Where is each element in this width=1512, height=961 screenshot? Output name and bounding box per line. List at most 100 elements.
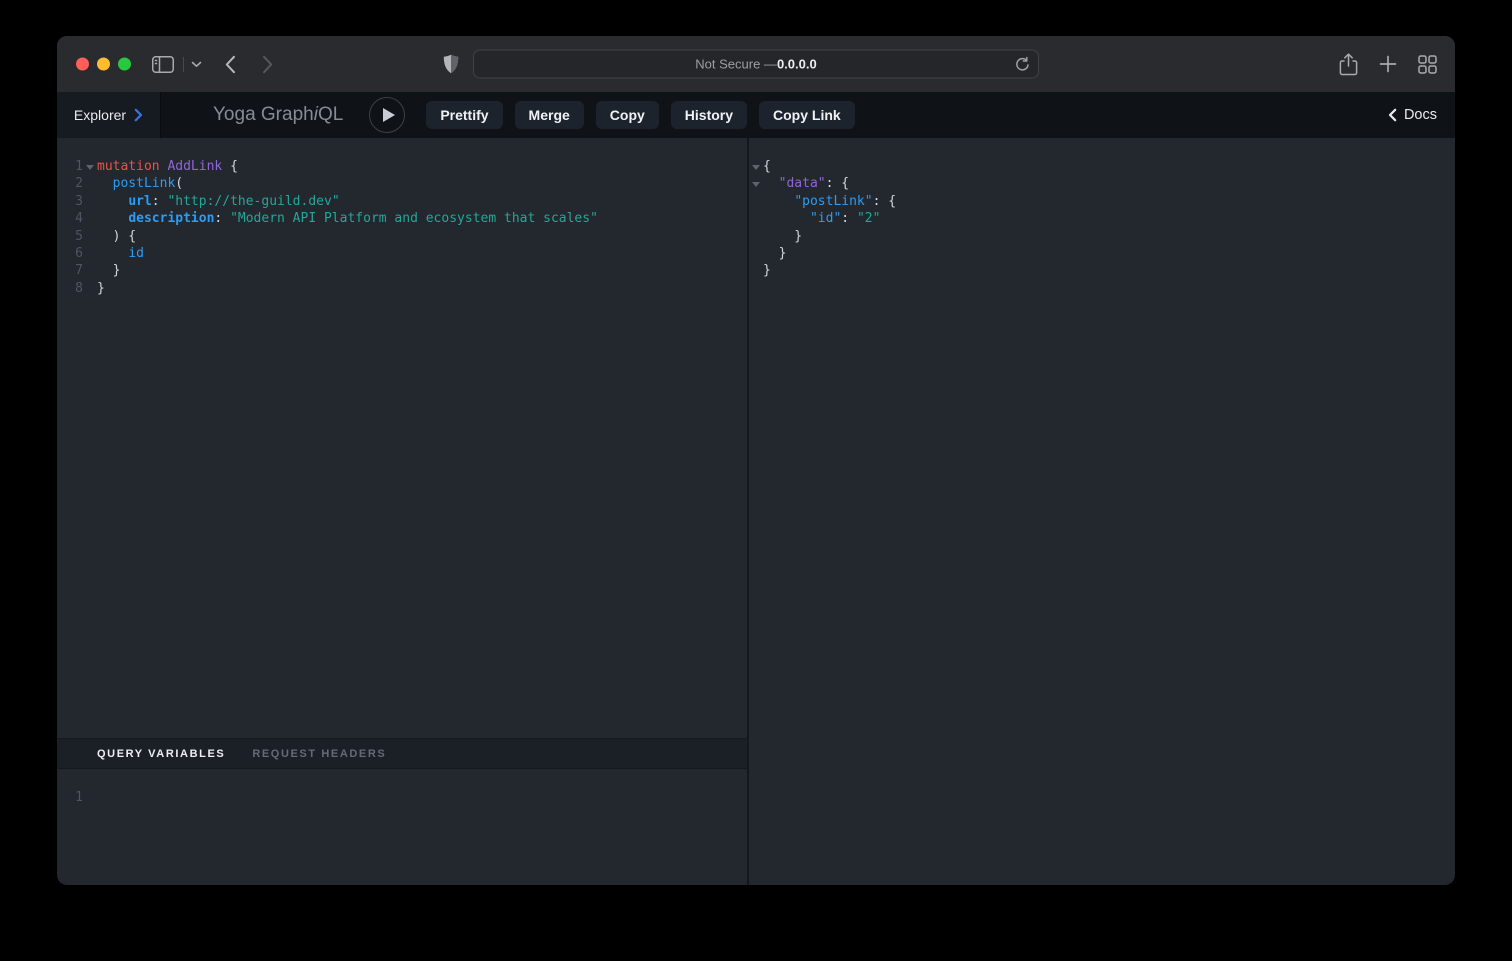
url-security-label: Not Secure — <box>695 57 777 72</box>
fold-spacer <box>749 228 763 245</box>
code-token: ( <box>175 176 183 191</box>
docs-toggle[interactable]: Docs <box>1388 107 1437 123</box>
minimize-window-button[interactable] <box>97 58 110 71</box>
execute-query-button[interactable] <box>369 97 405 133</box>
history-button[interactable]: History <box>671 101 747 129</box>
code-token: AddLink <box>167 159 222 174</box>
code-token: postLink <box>113 176 176 191</box>
code-text: } <box>97 262 120 279</box>
fold-spacer <box>83 262 97 279</box>
sidebar-menu-chevron-down-icon[interactable] <box>191 61 202 68</box>
address-bar[interactable]: Not Secure — 0.0.0.0 <box>473 50 1039 79</box>
copy-button[interactable]: Copy <box>596 101 659 129</box>
line-number: 1 <box>57 158 83 175</box>
explorer-toggle[interactable]: Explorer <box>57 92 161 138</box>
code-line: 6 id <box>57 245 747 262</box>
code-text: id <box>97 245 144 262</box>
variables-editor[interactable]: 1 <box>57 769 747 885</box>
code-text: mutation AddLink { <box>97 158 238 175</box>
code-token <box>763 194 794 209</box>
zoom-window-button[interactable] <box>118 58 131 71</box>
window-controls <box>76 58 131 71</box>
chrome-left-controls <box>152 36 274 92</box>
line-number: 3 <box>57 193 83 210</box>
graphiql-toolbar: Explorer Yoga GraphiQL Prettify Merge Co… <box>57 92 1455 138</box>
prettify-button[interactable]: Prettify <box>426 101 502 129</box>
fold-spacer <box>83 210 97 227</box>
code-token: url <box>128 194 151 209</box>
fold-spacer <box>749 245 763 262</box>
code-line: "data": { <box>749 175 1455 192</box>
code-token: : <box>214 211 230 226</box>
fold-arrow-icon[interactable] <box>749 158 763 175</box>
code-line: "id": "2" <box>749 210 1455 227</box>
fold-spacer <box>83 193 97 210</box>
code-line: 4 description: "Modern API Platform and … <box>57 210 747 227</box>
code-text: } <box>763 245 786 262</box>
main-area: 1mutation AddLink {2 postLink(3 url: "ht… <box>57 138 1455 885</box>
code-token: "Modern API Platform and ecosystem that … <box>230 211 598 226</box>
line-number: 7 <box>57 262 83 279</box>
code-text: ) { <box>97 228 136 245</box>
fold-spacer <box>749 193 763 210</box>
code-token: { <box>763 159 771 174</box>
fold-spacer <box>83 228 97 245</box>
forward-button-icon[interactable] <box>262 55 274 74</box>
fold-spacer <box>83 175 97 192</box>
merge-button[interactable]: Merge <box>515 101 584 129</box>
docs-label: Docs <box>1404 107 1437 123</box>
code-token: : { <box>873 194 896 209</box>
code-text: description: "Modern API Platform and ec… <box>97 210 598 227</box>
share-icon[interactable] <box>1339 53 1358 76</box>
code-token: : { <box>826 176 849 191</box>
line-number: 6 <box>57 245 83 262</box>
code-token: ) { <box>97 229 136 244</box>
copy-link-button[interactable]: Copy Link <box>759 101 855 129</box>
code-token: } <box>763 263 771 278</box>
sidebar-toggle-icon[interactable] <box>152 56 174 73</box>
tab-request-headers[interactable]: REQUEST HEADERS <box>252 748 386 760</box>
line-number: 8 <box>57 280 83 297</box>
code-token: id <box>128 246 144 261</box>
chevron-left-icon <box>1388 108 1397 122</box>
code-line: } <box>749 228 1455 245</box>
fold-spacer <box>83 280 97 297</box>
tab-query-variables[interactable]: QUERY VARIABLES <box>97 748 225 760</box>
url-host: 0.0.0.0 <box>777 57 817 72</box>
fold-spacer <box>749 262 763 279</box>
fold-arrow-icon[interactable] <box>749 175 763 192</box>
code-text: postLink( <box>97 175 183 192</box>
code-line: 1 mutation AddLink { <box>57 158 747 175</box>
code-line: 7 } <box>57 262 747 279</box>
query-editor[interactable]: 1mutation AddLink {2 postLink(3 url: "ht… <box>57 138 747 738</box>
new-tab-plus-icon[interactable] <box>1379 55 1397 73</box>
privacy-shield-icon[interactable] <box>443 54 459 74</box>
line-number: 2 <box>57 175 83 192</box>
code-token <box>97 176 113 191</box>
line-number: 5 <box>57 228 83 245</box>
divider <box>183 57 184 72</box>
code-token <box>763 176 779 191</box>
code-token: } <box>97 263 120 278</box>
line-number: 1 <box>57 789 83 806</box>
fold-arrow-icon[interactable] <box>83 158 97 175</box>
code-token: } <box>97 281 105 296</box>
code-text: "data": { <box>763 175 849 192</box>
app-title: Yoga GraphiQL <box>213 104 343 126</box>
tab-overview-grid-icon[interactable] <box>1418 55 1437 74</box>
browser-titlebar: Not Secure — 0.0.0.0 <box>57 36 1455 92</box>
code-token: } <box>763 229 802 244</box>
reload-icon[interactable] <box>1015 56 1030 72</box>
close-window-button[interactable] <box>76 58 89 71</box>
code-line: 5 ) { <box>57 228 747 245</box>
code-text: } <box>763 228 802 245</box>
code-line: 8} <box>57 280 747 297</box>
code-token: : <box>152 194 168 209</box>
code-text: } <box>763 262 771 279</box>
code-line: "postLink": { <box>749 193 1455 210</box>
fold-spacer <box>749 210 763 227</box>
back-button-icon[interactable] <box>224 55 236 74</box>
code-line: } <box>749 262 1455 279</box>
code-token: "2" <box>857 211 880 226</box>
line-number: 4 <box>57 210 83 227</box>
